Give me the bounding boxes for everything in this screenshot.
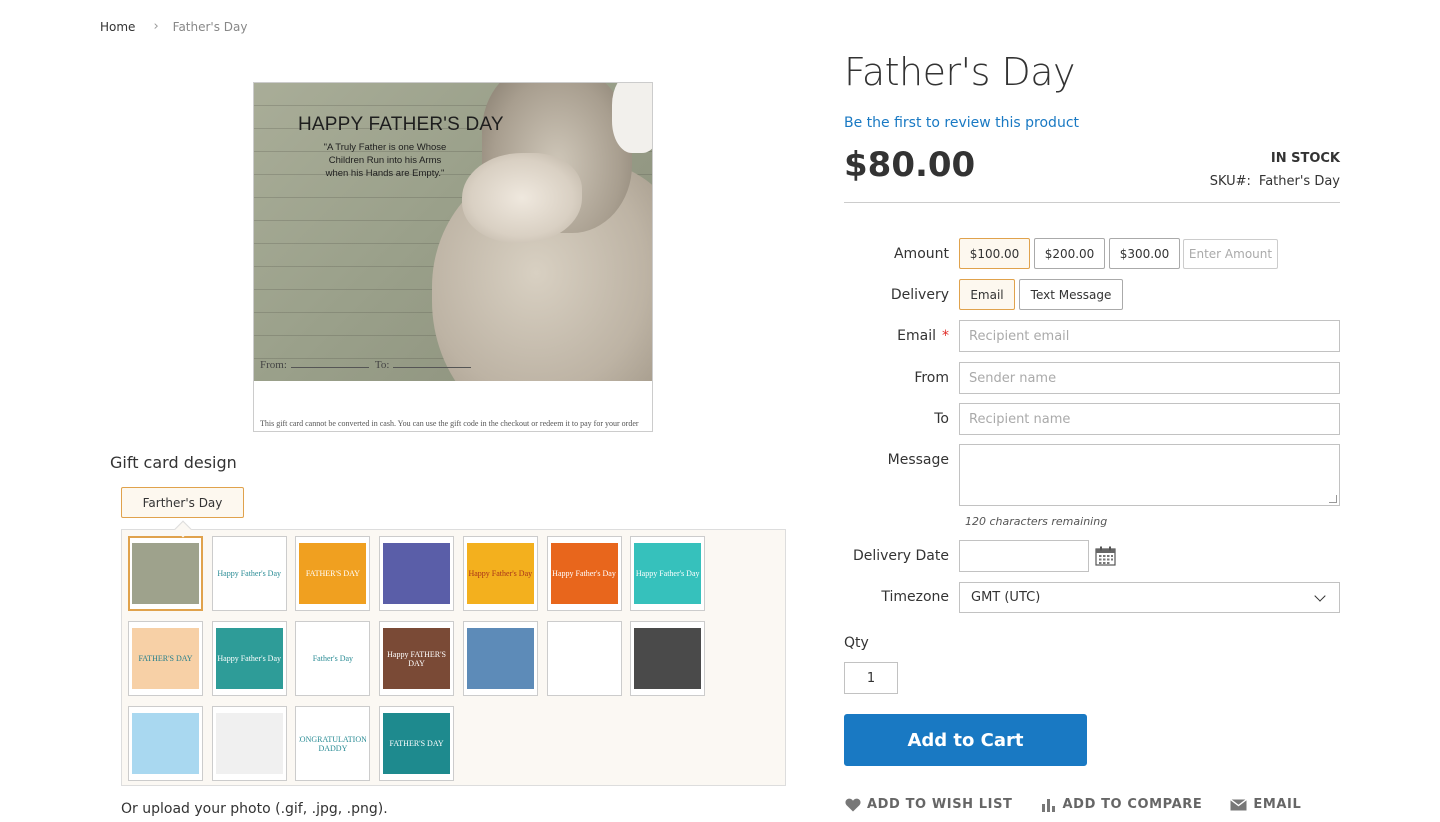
envelope-icon xyxy=(1230,798,1248,810)
delivery-option-text-message[interactable]: Text Message xyxy=(1019,279,1123,310)
design-thumbnail-image: Happy Father's Day xyxy=(634,543,702,604)
from-label: From xyxy=(914,370,949,386)
design-thumbnail[interactable]: Happy Father's Day xyxy=(546,536,622,611)
design-thumbnail[interactable]: Father's Day xyxy=(295,621,371,696)
timezone-label: Timezone xyxy=(881,589,949,605)
design-thumbnail[interactable] xyxy=(211,706,287,781)
email-label-text: Email xyxy=(897,328,936,344)
breadcrumb-separator: › xyxy=(153,19,159,34)
message-label: Message xyxy=(887,452,949,468)
amount-option-100[interactable]: $100.00 xyxy=(959,238,1030,269)
delivery-date-input[interactable] xyxy=(959,540,1089,572)
qty-label: Qty xyxy=(844,635,869,651)
breadcrumb: Home › Father's Day xyxy=(100,19,247,34)
design-gallery: Happy Father's Day FATHER'S DAY Happy Fath… xyxy=(121,529,786,786)
amount-label: Amount xyxy=(893,246,949,262)
design-thumbnail-image: FATHER'S DAY xyxy=(132,628,199,689)
design-thumbnail-image xyxy=(383,543,451,604)
design-thumbnail[interactable]: FATHER'S DAY xyxy=(379,706,455,781)
to-label: To xyxy=(934,411,949,427)
product-price: $80.00 xyxy=(844,145,976,185)
required-marker: * xyxy=(942,328,949,344)
sku: SKU#: Father's Day xyxy=(1210,174,1340,189)
design-thumbnail[interactable]: FATHER'S DAY xyxy=(295,536,371,611)
timezone-value: GMT (UTC) xyxy=(971,590,1041,605)
preview-quote: "A Truly Father is one Whose Children Ru… xyxy=(323,142,447,179)
sku-label: SKU#: xyxy=(1209,174,1251,189)
product-actions: ADD TO WISH LIST ADD TO COMPARE EMAIL xyxy=(845,797,1329,812)
design-thumbnail[interactable] xyxy=(462,621,538,696)
preview-title: HAPPY FATHER'S DAY xyxy=(298,114,504,135)
email-label: Email * xyxy=(843,328,949,344)
amount-option-300[interactable]: $300.00 xyxy=(1109,238,1180,269)
divider xyxy=(844,202,1340,203)
chevron-down-icon xyxy=(1314,589,1326,602)
design-thumbnail-image xyxy=(634,628,702,689)
product-title: Father's Day xyxy=(844,50,1076,94)
preview-photo: HAPPY FATHER'S DAY "A Truly Father is on… xyxy=(254,83,652,381)
amount-option-200[interactable]: $200.00 xyxy=(1034,238,1105,269)
add-to-cart-button[interactable]: Add to Cart xyxy=(844,714,1087,766)
design-thumbnail-image: Father's Day xyxy=(299,628,367,689)
recipient-name-input[interactable]: Recipient name xyxy=(959,403,1340,435)
recipient-email-input[interactable]: Recipient email xyxy=(959,320,1340,352)
design-thumbnail[interactable] xyxy=(128,706,203,781)
gift-card-preview: HAPPY FATHER'S DAY "A Truly Father is on… xyxy=(253,82,653,432)
timezone-select[interactable]: GMT (UTC) xyxy=(959,582,1340,613)
design-thumbnail-image: Happy Father's Day xyxy=(466,543,534,604)
delivery-date-label: Delivery Date xyxy=(852,548,949,564)
design-thumbnail[interactable] xyxy=(379,536,455,611)
design-thumbnail[interactable] xyxy=(128,536,203,611)
preview-footer: This gift card cannot be converted in ca… xyxy=(260,419,639,428)
add-to-compare-link[interactable]: ADD TO COMPARE xyxy=(1041,797,1203,812)
compare-icon xyxy=(1041,798,1055,812)
design-thumbnail-image xyxy=(132,713,199,774)
design-thumbnail-image: FATHER'S DAY xyxy=(383,713,451,774)
design-thumbnail[interactable]: Happy Father's Day xyxy=(211,536,287,611)
custom-amount-input[interactable]: Enter Amount xyxy=(1183,239,1278,269)
design-thumbnail[interactable]: Happy Father's Day xyxy=(462,536,538,611)
design-thumbnail-image: FATHER'S DAY xyxy=(299,543,367,604)
delivery-option-email[interactable]: Email xyxy=(959,279,1015,310)
design-thumbnail-image xyxy=(215,713,283,774)
message-textarea[interactable] xyxy=(959,444,1340,506)
preview-from-to: From: To: xyxy=(260,359,477,371)
heart-icon xyxy=(845,798,861,811)
sender-name-input[interactable]: Sender name xyxy=(959,362,1340,394)
add-to-wishlist-link[interactable]: ADD TO WISH LIST xyxy=(845,797,1013,812)
characters-remaining: 120 characters remaining xyxy=(965,515,1108,528)
email-label-action: EMAIL xyxy=(1253,797,1302,812)
sku-value: Father's Day xyxy=(1258,174,1340,189)
add-to-compare-label: ADD TO COMPARE xyxy=(1062,797,1203,812)
design-thumbnail-image: CONGRATULATIONS DADDY xyxy=(299,713,367,774)
calendar-icon[interactable] xyxy=(1095,546,1116,566)
design-thumbnail[interactable]: FATHER'S DAY xyxy=(128,621,203,696)
add-to-wishlist-label: ADD TO WISH LIST xyxy=(867,797,1013,812)
breadcrumb-current: Father's Day xyxy=(172,19,248,34)
stock-status: IN STOCK xyxy=(1270,151,1340,166)
design-thumbnail-image xyxy=(550,628,618,689)
breadcrumb-home-link[interactable]: Home xyxy=(100,20,135,34)
delivery-label: Delivery xyxy=(890,287,949,303)
design-thumbnail[interactable]: Happy FATHER'S DAY xyxy=(379,621,455,696)
design-category-tab[interactable]: Farther's Day xyxy=(121,487,244,518)
review-link[interactable]: Be the first to review this product xyxy=(844,115,1079,131)
preview-to-label: To: xyxy=(374,359,390,371)
design-thumbnail-image xyxy=(466,628,534,689)
upload-photo-text: Or upload your photo (.gif, .jpg, .png). xyxy=(121,801,388,817)
design-thumbnail-image: Happy FATHER'S DAY xyxy=(383,628,451,689)
design-thumbnail[interactable] xyxy=(630,621,706,696)
preview-from-label: From: xyxy=(260,359,287,371)
design-thumbnail-image: Happy Father's Day xyxy=(550,543,618,604)
design-thumbnail-image: Happy Father's Day xyxy=(215,543,283,604)
gift-card-design-heading: Gift card design xyxy=(110,453,237,472)
design-thumbnail[interactable] xyxy=(546,621,622,696)
design-thumbnail[interactable]: Happy Father's Day xyxy=(211,621,287,696)
design-thumbnail[interactable]: Happy Father's Day xyxy=(630,536,706,611)
design-thumbnail[interactable]: CONGRATULATIONS DADDY xyxy=(295,706,371,781)
email-link[interactable]: EMAIL xyxy=(1230,797,1301,812)
design-thumbnail-image xyxy=(132,543,199,604)
design-thumbnail-image: Happy Father's Day xyxy=(215,628,283,689)
qty-input[interactable]: 1 xyxy=(844,662,898,694)
